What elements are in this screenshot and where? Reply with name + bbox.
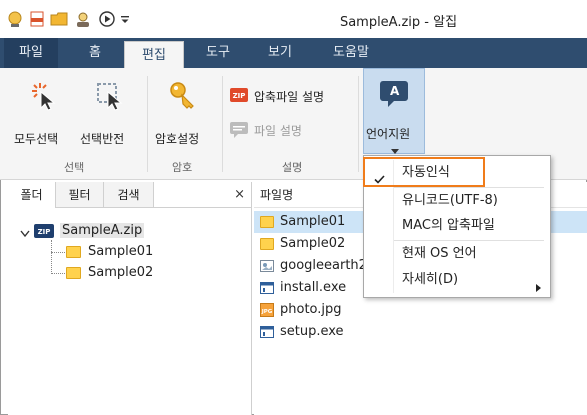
menu-item-os-language[interactable]: 현재 OS 언어 (364, 241, 550, 267)
group-label-select: 선택 (64, 161, 85, 174)
menu-item-label: 자세히(D) (402, 272, 459, 287)
menu-item-mac-archive[interactable]: MAC의 압축파일 (364, 213, 550, 239)
language-support-label: 언어지원 (366, 127, 411, 141)
tab-edit[interactable]: 편집 (124, 41, 184, 68)
language-icon-letter: A (390, 84, 400, 98)
select-all-icon (28, 80, 60, 115)
image-file-icon (260, 259, 274, 273)
tab-search[interactable]: 검색 (104, 182, 154, 208)
file-name: install.exe (280, 280, 347, 295)
ribbon-separator (358, 76, 359, 172)
group-label-description: 설명 (282, 161, 303, 174)
tab-view[interactable]: 보기 (252, 38, 308, 68)
tree-line (51, 240, 52, 274)
set-password-button[interactable]: 암호설정 (153, 74, 215, 154)
invert-selection-button[interactable]: 선택반전 (80, 74, 142, 154)
file-row[interactable]: setup.exe (254, 321, 587, 343)
ribbon-separator (147, 76, 148, 172)
invert-selection-label: 선택반전 (80, 132, 125, 146)
highlight-box (363, 157, 485, 187)
file-name: Sample01 (280, 214, 346, 229)
file-description-button[interactable]: 파일 설명 (230, 120, 356, 142)
exe-file-icon (260, 325, 274, 339)
language-support-button[interactable]: A 언어지원 (363, 68, 425, 154)
svg-text:ZIP: ZIP (38, 228, 51, 236)
folder-icon (66, 267, 81, 279)
select-all-button[interactable]: 모두선택 (14, 74, 76, 154)
tab-folder[interactable]: 폴더 (8, 182, 56, 208)
tab-tools[interactable]: 도구 (190, 38, 246, 68)
menu-tab-bar: 파일 홈 편집 도구 보기 도움말 (0, 38, 587, 68)
chevron-down-icon[interactable] (20, 227, 30, 241)
file-name: setup.exe (280, 324, 344, 339)
file-name: googleearth2 (280, 258, 367, 273)
archive-description-label: 압축파일 설명 (254, 90, 325, 104)
jpg-file-icon: JPG (260, 303, 274, 317)
key-icon (167, 80, 199, 115)
select-all-label: 모두선택 (14, 132, 59, 146)
file-description-label: 파일 설명 (254, 124, 302, 138)
tab-help[interactable]: 도움말 (318, 38, 384, 68)
svg-text:JPG: JPG (261, 309, 273, 315)
menu-item-details[interactable]: 자세히(D) (364, 267, 550, 293)
ribbon-separator (222, 76, 223, 172)
close-icon[interactable]: × (234, 187, 245, 202)
tab-filter[interactable]: 필터 (56, 182, 104, 208)
tree-item-folder[interactable]: Sample01 (88, 244, 153, 259)
chevron-right-icon (536, 276, 541, 302)
menu-item-unicode[interactable]: 유니코드(UTF-8) (364, 188, 550, 214)
comment-icon (230, 122, 248, 141)
zip-icon: ZIP (230, 88, 248, 107)
folder-pane: 폴더 필터 검색 × ZIP SampleA.zip Sample01 Samp… (8, 182, 252, 415)
set-password-label: 암호설정 (155, 132, 200, 146)
tab-file[interactable]: 파일 (4, 38, 58, 68)
window-title: SampleA.zip - 알집 (339, 15, 458, 30)
group-label-password: 암호 (172, 161, 193, 174)
title-bar: SampleA.zip - 알집 (0, 0, 587, 38)
tree-item-archive[interactable]: SampleA.zip (60, 223, 145, 238)
folder-icon (260, 238, 274, 250)
file-row[interactable]: JPG photo.jpg (254, 299, 587, 321)
tree-line (51, 273, 65, 274)
exe-file-icon (260, 281, 274, 295)
archive-description-button[interactable]: ZIP 압축파일 설명 (230, 86, 356, 108)
folder-icon (66, 246, 81, 258)
tree-line (51, 252, 65, 253)
file-name: photo.jpg (280, 302, 342, 317)
tree-item-folder[interactable]: Sample02 (88, 265, 153, 280)
invert-selection-icon (94, 80, 126, 115)
tab-home[interactable]: 홈 (70, 38, 120, 68)
svg-text:ZIP: ZIP (233, 92, 246, 100)
file-name: Sample02 (280, 236, 346, 251)
folder-icon (260, 216, 274, 228)
